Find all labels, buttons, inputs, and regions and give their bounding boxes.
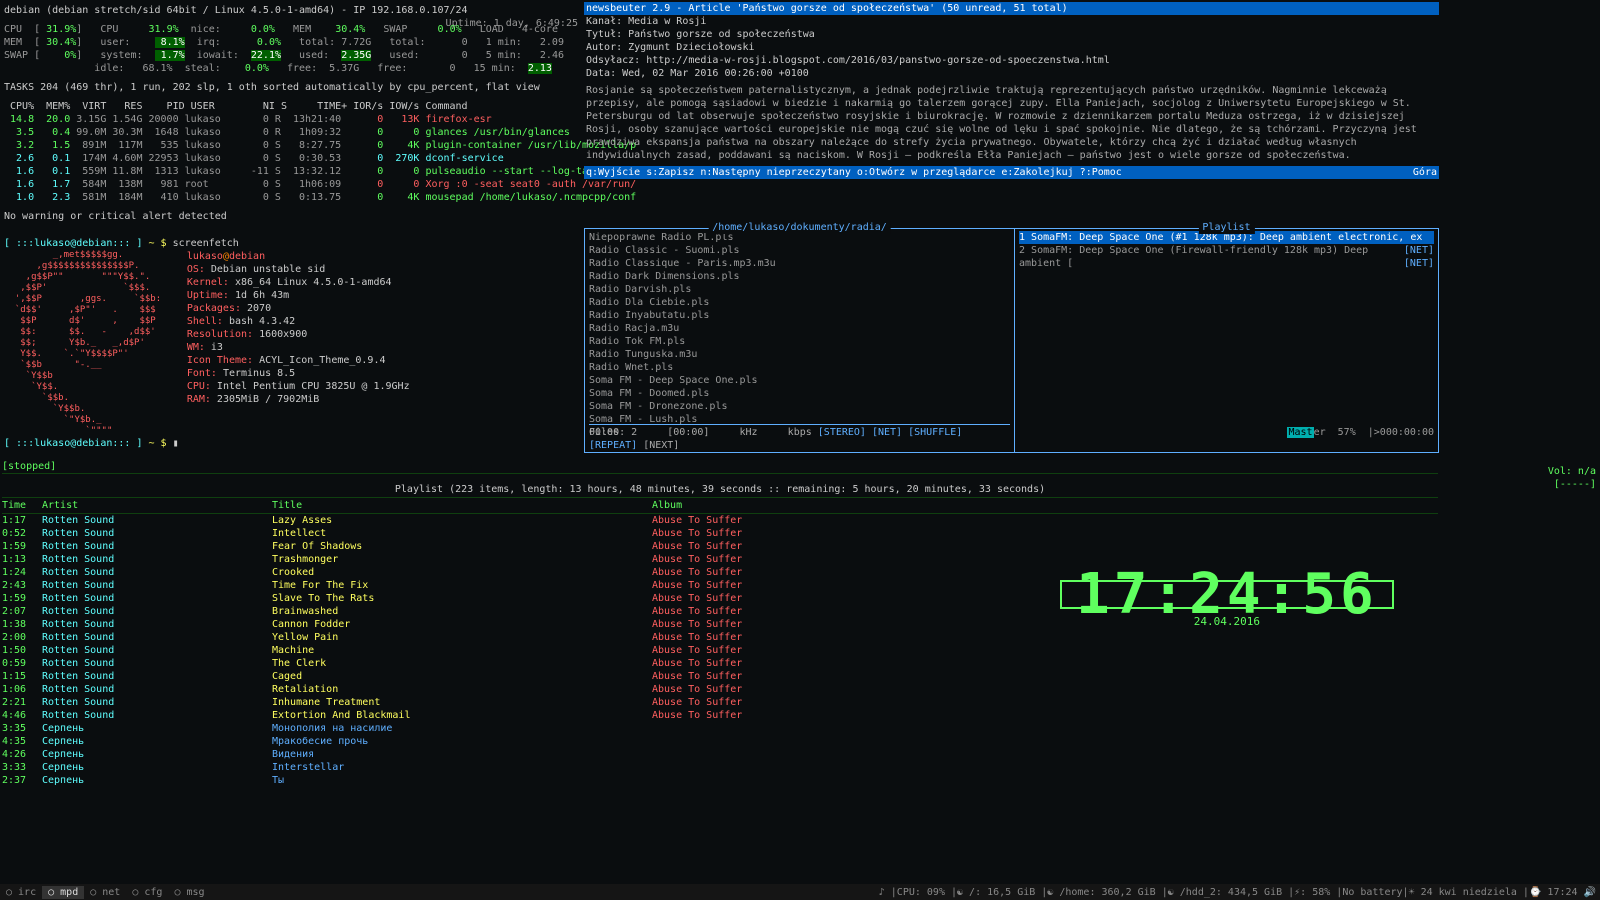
proc-row[interactable]: 2.6 0.1 174M 4.60M 22953 lukaso 0 S 0:30… [4,152,578,165]
track-row[interactable]: 4:35СерпеньМракобесие прочь [2,735,1438,748]
track-row[interactable]: 3:33СерпеньInterstellar [2,761,1438,774]
track-row[interactable]: 2:00Rotten SoundYellow PainAbuse To Suff… [2,631,1438,644]
proc-row[interactable]: 1.0 2.3 581M 184M 410 lukaso 0 S 0:13.75… [4,191,578,204]
file-item[interactable]: Radio Dark Dimensions.pls [589,270,1010,283]
playlist-summary: Playlist (223 items, length: 13 hours, 4… [2,482,1438,498]
file-item[interactable]: Radio Darvish.pls [589,283,1010,296]
news-title: newsbeuter 2.9 - Article 'Państwo gorsze… [584,2,1439,15]
moc-time: 00:00 [00:00] kHz kbps [STEREO] [NET] [S… [589,426,1010,452]
track-row[interactable]: 2:37СерпеньТы [2,774,1438,787]
file-item[interactable]: Soma FM - Dronezone.pls [589,400,1010,413]
file-item[interactable]: Soma FM - Deep Space One.pls [589,374,1010,387]
track-row[interactable]: 3:35СерпеньМонополия на насилие [2,722,1438,735]
host: debian (debian stretch/sid 64bit / Linux… [4,5,468,16]
file-item[interactable]: Radio Classic - Suomi.pls [589,244,1010,257]
prompt: [ :::lukaso@debian::: ] [4,238,149,249]
track-row[interactable]: 1:17Rotten SoundLazy AssesAbuse To Suffe… [2,514,1438,527]
bar-status: ♪ |CPU: 09% |☯ /: 16,5 GiB |☯ /home: 360… [879,886,1600,899]
moc-master: Master 57% |>000:00:00 [1017,426,1434,439]
proc-row[interactable]: 1.6 0.1 559M 11.8M 1313 lukaso -11 S 13:… [4,165,578,178]
workspace-msg[interactable]: ○ msg [168,886,210,899]
volume-indicator: Vol: n/a [-----] [1548,465,1596,491]
track-row[interactable]: 2:21Rotten SoundInhumane TreatmentAbuse … [2,696,1438,709]
clock-widget: 17:24:56 24.04.2016 [1060,580,1394,628]
tasks-summary: TASKS 204 (469 thr), 1 run, 202 slp, 1 o… [4,81,578,94]
file-item[interactable]: Soma FM - Doomed.pls [589,387,1010,400]
proc-row[interactable]: 3.5 0.4 99.0M 30.3M 1648 lukaso 0 R 1h09… [4,126,578,139]
track-row[interactable]: 1:59Rotten SoundFear Of ShadowsAbuse To … [2,540,1438,553]
file-item[interactable]: Radio Wnet.pls [589,361,1010,374]
file-item[interactable]: Radio Tunguska.m3u [589,348,1010,361]
track-row[interactable]: 1:15Rotten SoundCagedAbuse To Suffer [2,670,1438,683]
file-item[interactable]: Radio Inyabutatu.pls [589,309,1010,322]
track-row[interactable]: 1:06Rotten SoundRetaliationAbuse To Suff… [2,683,1438,696]
workspace-mpd[interactable]: ○ mpd [42,886,84,899]
moc-playlist-title: Playlist [1198,221,1254,234]
proc-row[interactable]: 14.8 20.0 3.15G 1.54G 20000 lukaso 0 R 1… [4,113,578,126]
player-status: [stopped] [2,460,1438,474]
proc-head: CPU% MEM% VIRT RES PID USER NI S TIME+ I… [4,100,578,113]
playlist-item[interactable]: 2 SomaFM: Deep Space One (Firewall-frien… [1019,244,1434,270]
track-row[interactable]: 1:50Rotten SoundMachineAbuse To Suffer [2,644,1438,657]
article-body: Rosjanie są społeczeństwem paternalistyc… [584,80,1439,166]
moc-panel[interactable]: /home/lukaso/dokumenty/radia/ Niepoprawn… [584,228,1439,453]
workspace-cfg[interactable]: ○ cfg [126,886,168,899]
proc-row[interactable]: 3.2 1.5 891M 117M 535 lukaso 0 S 8:27.75… [4,139,578,152]
proc-row[interactable]: 1.6 1.7 584M 138M 981 root 0 S 1h06:09 0… [4,178,578,191]
file-item[interactable]: Radio Racja.m3u [589,322,1010,335]
track-row[interactable]: 4:26СерпеньВидения [2,748,1438,761]
playlist-header: TimeArtist TitleAlbum [2,498,1438,514]
workspace-irc[interactable]: ○ irc [0,886,42,899]
glances-panel: debian (debian stretch/sid 64bit / Linux… [2,2,580,222]
moc-path: /home/lukaso/dokumenty/radia/ [708,221,891,234]
debian-logo: _,met$$$$$gg. ,g$$$$$$$$$$$$$$$P. ,g$$P"… [4,250,183,437]
news-help: q:Wyjście s:Zapisz n:Następny nieprzeczy… [584,166,1439,179]
i3-bar[interactable]: ○ irc○ mpd○ net○ cfg○ msg ♪ |CPU: 09% |☯… [0,884,1600,900]
newsbeuter-panel: newsbeuter 2.9 - Article 'Państwo gorsze… [584,2,1439,222]
track-row[interactable]: 0:59Rotten SoundThe ClerkAbuse To Suffer [2,657,1438,670]
workspace-net[interactable]: ○ net [84,886,126,899]
track-row[interactable]: 4:46Rotten SoundExtortion And BlackmailA… [2,709,1438,722]
file-item[interactable]: Radio Dla Ciebie.pls [589,296,1010,309]
track-row[interactable]: 0:52Rotten SoundIntellectAbuse To Suffer [2,527,1438,540]
clock-time: 17:24:56 [1060,580,1394,609]
file-item[interactable]: Radio Classique - Paris.mp3.m3u [589,257,1010,270]
terminal-panel[interactable]: [ :::lukaso@debian::: ] ~ $ screenfetch … [2,235,580,450]
file-item[interactable]: Radio Tok FM.pls [589,335,1010,348]
warn: No warning or critical alert detected [4,210,578,223]
